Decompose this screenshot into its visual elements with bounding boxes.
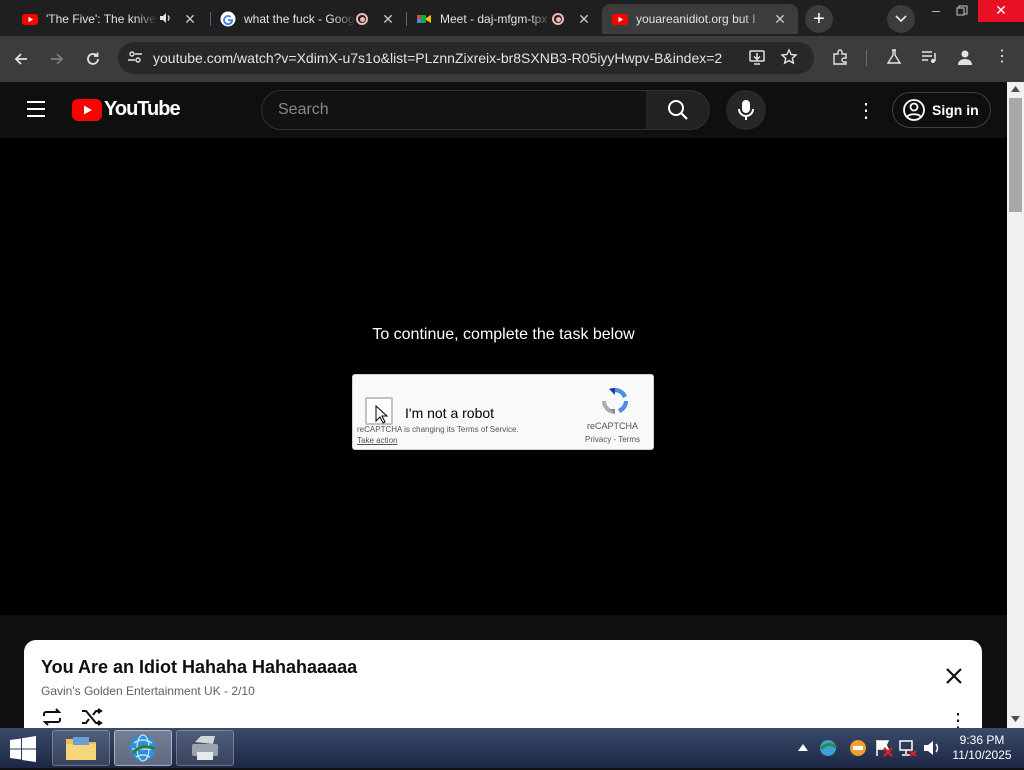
close-tab-icon[interactable]: ✕ <box>574 11 594 28</box>
privacy-link[interactable]: Privacy <box>585 435 611 444</box>
profile-icon[interactable] <box>956 48 976 68</box>
playlist-meta: Gavin's Golden Entertainment UK - 2/10 <box>41 684 255 698</box>
taskbar-clock[interactable]: 9:36 PM 11/10/2025 <box>946 733 1018 763</box>
youtube-play-logo-icon <box>72 98 102 121</box>
show-hidden-icons-icon[interactable] <box>798 744 808 751</box>
media-controls-icon[interactable] <box>920 48 940 68</box>
playlist-position: 2/10 <box>231 684 255 698</box>
tab-youareanidiot-active[interactable]: youareanidiot.org but I ✕ <box>602 4 798 34</box>
settings-kebab-icon[interactable]: ⋮ <box>856 98 876 122</box>
tab-the-five[interactable]: 'The Five': The knives ✕ <box>12 4 208 34</box>
microphone-icon <box>738 100 754 120</box>
recording-icon <box>552 13 564 25</box>
playlist-panel: You Are an Idiot Hahaha Hahahaaaaa Gavin… <box>24 640 982 740</box>
chevron-down-icon <box>895 15 907 23</box>
captcha-prompt-text: To continue, complete the task below <box>372 326 635 343</box>
meta-separator: - <box>220 684 232 698</box>
clock-time: 9:36 PM <box>959 733 1005 747</box>
account-circle-icon <box>903 99 925 121</box>
security-tray-icon[interactable] <box>848 738 868 758</box>
playlist-channel[interactable]: Gavin's Golden Entertainment UK <box>41 684 221 698</box>
loop-icon[interactable] <box>41 708 65 728</box>
tab-title: what the fuck - Google <box>244 12 356 26</box>
close-playlist-icon[interactable] <box>944 666 968 690</box>
recaptcha-logo-icon <box>602 387 628 414</box>
youtube-favicon-icon <box>612 14 628 25</box>
toolbar-divider <box>866 50 867 66</box>
close-tab-icon[interactable]: ✕ <box>770 11 790 28</box>
close-window-button[interactable]: ✕ <box>978 0 1024 22</box>
bookmark-star-icon[interactable] <box>780 48 800 68</box>
printer-app-icon <box>192 736 218 760</box>
recaptcha-tos-notice: reCAPTCHA is changing its Terms of Servi… <box>357 425 519 434</box>
playlist-title[interactable]: You Are an Idiot Hahaha Hahahaaaaa <box>41 657 357 678</box>
shuffle-icon[interactable] <box>81 708 105 728</box>
tab-title: youareanidiot.org but I <box>636 12 756 26</box>
take-action-link[interactable]: Take action <box>357 436 397 445</box>
search-input[interactable] <box>278 91 638 129</box>
recaptcha-links: Privacy - Terms <box>585 435 640 444</box>
network-status-tray-icon[interactable] <box>898 738 918 758</box>
browser-menu-icon[interactable]: ⋮ <box>994 48 1010 68</box>
sign-in-button[interactable]: Sign in <box>892 92 991 128</box>
recaptcha-label: I'm not a robot <box>405 405 495 421</box>
app-taskbar-button[interactable] <box>176 730 234 766</box>
tab-google-meet[interactable]: Meet - daj-mfgm-tpx ✕ <box>406 4 602 34</box>
restore-button[interactable] <box>952 2 972 22</box>
tab-google-search[interactable]: what the fuck - Google ✕ <box>210 4 406 34</box>
youtube-favicon-icon <box>22 14 38 25</box>
minimize-button[interactable]: – <box>923 2 949 22</box>
volume-tray-icon[interactable] <box>922 738 942 758</box>
meet-favicon-icon <box>417 15 431 23</box>
browser-tab-strip: 'The Five': The knives ✕ what the fuck -… <box>0 0 1024 36</box>
forward-arrow-icon[interactable] <box>44 46 70 72</box>
scroll-down-arrow-icon[interactable] <box>1011 716 1020 722</box>
scroll-up-arrow-icon[interactable] <box>1011 86 1020 92</box>
youtube-logo-text: YouTube <box>104 98 181 120</box>
tab-search-button[interactable] <box>887 5 915 33</box>
page-scrollbar[interactable] <box>1007 82 1024 728</box>
sign-in-label: Sign in <box>932 102 979 118</box>
recaptcha-brand-text: reCAPTCHA <box>587 421 639 431</box>
windows-taskbar: 9:36 PM 11/10/2025 <box>0 728 1024 768</box>
network-globe-tray-icon[interactable] <box>818 738 838 758</box>
speaker-icon[interactable] <box>158 11 176 28</box>
back-arrow-icon[interactable] <box>8 46 34 72</box>
extensions-puzzle-icon[interactable] <box>831 48 851 68</box>
url-text[interactable]: youtube.com/watch?v=XdimX-u7s1o&list=PLz… <box>153 50 722 66</box>
file-explorer-taskbar-button[interactable] <box>52 730 110 766</box>
youtube-logo[interactable]: YouTube <box>72 98 181 121</box>
globe-browser-icon <box>130 734 156 762</box>
terms-link[interactable]: Terms <box>618 435 640 444</box>
action-center-flag-icon[interactable] <box>874 738 894 758</box>
labs-flask-icon[interactable] <box>885 48 905 68</box>
browser-taskbar-button[interactable] <box>114 730 172 766</box>
site-info-icon[interactable] <box>126 48 146 68</box>
recaptcha-widget: I'm not a robot reCAPTCHA is changing it… <box>352 374 654 450</box>
mouse-cursor-icon <box>375 405 389 424</box>
search-button[interactable] <box>646 90 710 130</box>
search-box[interactable] <box>261 90 647 130</box>
google-favicon-icon <box>220 11 236 27</box>
tab-title: Meet - daj-mfgm-tpx <box>440 12 548 26</box>
new-tab-button[interactable]: + <box>805 5 833 33</box>
close-tab-icon[interactable]: ✕ <box>180 11 200 28</box>
install-app-icon[interactable] <box>748 48 768 68</box>
recording-icon <box>356 13 368 25</box>
clock-date: 11/10/2025 <box>952 748 1012 762</box>
voice-search-button[interactable] <box>726 90 766 130</box>
close-tab-icon[interactable]: ✕ <box>378 11 398 28</box>
search-icon <box>667 100 688 120</box>
reload-icon[interactable] <box>80 46 106 72</box>
start-windows-icon[interactable] <box>8 736 40 762</box>
hamburger-menu-icon[interactable] <box>26 100 46 118</box>
tab-title: 'The Five': The knives <box>46 12 158 26</box>
folder-icon <box>66 737 96 760</box>
scrollbar-thumb[interactable] <box>1009 98 1022 212</box>
